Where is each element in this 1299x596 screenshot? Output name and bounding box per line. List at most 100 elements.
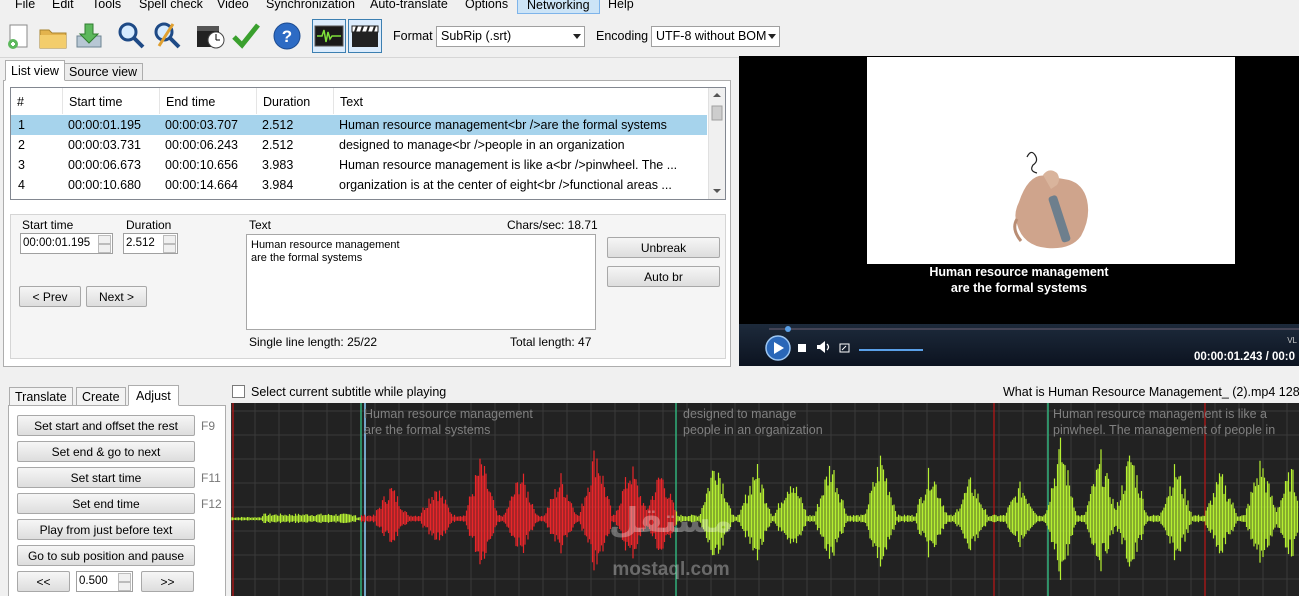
spin-up-icon[interactable] (98, 235, 111, 244)
encoding-select[interactable]: UTF-8 without BOM (651, 26, 780, 47)
find-icon[interactable] (115, 20, 147, 52)
subtitle-text-input[interactable]: Human resource management are the formal… (246, 234, 596, 330)
chevron-down-icon (768, 34, 776, 39)
step-value-input[interactable]: 0.500 (76, 571, 133, 592)
chars-per-sec: Chars/sec: 18.71 (507, 218, 598, 232)
menu-edit[interactable]: Edit (51, 0, 75, 11)
menu-options[interactable]: Options (464, 0, 509, 11)
tab-adjust[interactable]: Adjust (128, 385, 179, 406)
table-row[interactable]: 4 00:00:10.680 00:00:14.664 3.984 organi… (11, 175, 707, 195)
waveform-sub-1-line-1: Human resource management (364, 407, 533, 421)
spin-up-icon[interactable] (163, 235, 176, 244)
subtitle-grid: # Start time End time Duration Text 1 00… (10, 87, 726, 200)
encoding-label: Encoding (596, 29, 649, 43)
open-folder-icon[interactable] (37, 20, 69, 52)
play-before-text-button[interactable]: Play from just before text (17, 519, 195, 540)
auto-br-button[interactable]: Auto br (607, 266, 720, 287)
column-header-start-time[interactable]: Start time (63, 88, 160, 114)
spell-check-icon[interactable] (230, 20, 262, 52)
seek-handle[interactable] (785, 326, 791, 332)
spin-down-icon[interactable] (98, 244, 111, 253)
watermark-latin: mostaql.com (612, 559, 730, 580)
cell-end: 00:00:10.656 (165, 158, 238, 172)
tab-create[interactable]: Create (76, 387, 126, 406)
table-row[interactable]: 2 00:00:03.731 00:00:06.243 2.512 design… (11, 135, 707, 155)
menu-video[interactable]: Video (216, 0, 250, 11)
tab-list-view[interactable]: List view (5, 60, 65, 81)
spin-down-icon[interactable] (163, 244, 176, 253)
menu-networking[interactable]: Networking (517, 0, 600, 14)
select-current-checkbox[interactable] (232, 385, 245, 398)
column-header-duration[interactable]: Duration (257, 88, 334, 114)
next-button[interactable]: Next > (86, 286, 147, 307)
set-start-offset-button[interactable]: Set start and offset the rest (17, 415, 195, 436)
cell-number: 3 (18, 158, 25, 172)
volume-slider[interactable] (859, 349, 923, 351)
menu-auto-translate[interactable]: Auto-translate (369, 0, 449, 11)
waveform-sub-2-line-2: people in an organization (683, 423, 823, 437)
text-line-1: Human resource management (251, 239, 400, 251)
cell-end: 00:00:06.243 (165, 138, 238, 152)
tab-source-view[interactable]: Source view (63, 63, 144, 81)
duration-input[interactable]: 2.512 (123, 233, 178, 254)
column-header-number[interactable]: # (11, 88, 63, 114)
start-time-input[interactable]: 00:00:01.195 (20, 233, 113, 254)
help-icon[interactable]: ? (271, 20, 303, 52)
shortcut-f9: F9 (201, 419, 216, 433)
visual-sync-icon[interactable] (194, 20, 226, 52)
seek-bar[interactable] (769, 328, 1299, 330)
cell-start: 00:00:01.195 (68, 118, 141, 132)
menu-tools[interactable]: Tools (91, 0, 122, 11)
cell-start: 00:00:10.680 (68, 178, 141, 192)
text-line-2: are the formal systems (251, 252, 363, 264)
video-player[interactable]: Human resource management are the formal… (739, 56, 1299, 366)
select-current-label: Select current subtitle while playing (251, 385, 447, 399)
stop-icon[interactable] (797, 343, 807, 353)
menu-synchronization[interactable]: Synchronization (265, 0, 356, 11)
save-icon[interactable] (73, 20, 105, 52)
cell-end: 00:00:14.664 (165, 178, 238, 192)
go-to-sub-position-button[interactable]: Go to sub position and pause (17, 545, 195, 566)
set-end-go-next-button[interactable]: Set end & go to next (17, 441, 195, 462)
column-header-end-time[interactable]: End time (160, 88, 257, 114)
volume-icon[interactable] (816, 340, 832, 354)
tab-translate[interactable]: Translate (9, 387, 73, 406)
format-select[interactable]: SubRip (.srt) (436, 26, 585, 47)
table-row[interactable]: 1 00:00:01.195 00:00:03.707 2.512 Human … (11, 115, 707, 135)
waveform-sub-2: designed to manage people in an organiza… (683, 406, 823, 438)
prev-button[interactable]: < Prev (19, 286, 81, 307)
menu-help[interactable]: Help (607, 0, 635, 11)
cell-text: Human resource management<br />are the f… (339, 118, 667, 132)
fullscreen-icon[interactable] (839, 343, 850, 353)
replace-icon[interactable] (151, 20, 183, 52)
new-file-icon[interactable] (3, 20, 35, 52)
cell-start: 00:00:03.731 (68, 138, 141, 152)
scrollbar-arrows-icon (711, 93, 723, 193)
column-header-text[interactable]: Text (334, 88, 709, 114)
video-controls: VL 00:00:01.243 / 00:0 (739, 324, 1299, 366)
format-value: SubRip (.srt) (441, 29, 512, 43)
watermark-arabic: مستقل (608, 502, 734, 540)
cell-number: 1 (18, 118, 25, 132)
grid-scrollbar[interactable] (708, 88, 725, 199)
set-start-time-button[interactable]: Set start time (17, 467, 195, 488)
waveform-toggle-icon[interactable] (312, 19, 346, 53)
encoding-value: UTF-8 without BOM (656, 29, 767, 43)
spin-down-icon[interactable] (118, 582, 131, 591)
unbreak-button[interactable]: Unbreak (607, 237, 720, 258)
menu-file[interactable]: File (14, 0, 36, 11)
table-row[interactable]: 3 00:00:06.673 00:00:10.656 3.983 Human … (11, 155, 707, 175)
play-icon[interactable] (764, 334, 792, 362)
step-back-button[interactable]: << (17, 571, 70, 592)
cell-start: 00:00:06.673 (68, 158, 141, 172)
spin-up-icon[interactable] (118, 573, 131, 582)
menu-spell-check[interactable]: Spell check (138, 0, 204, 11)
cell-duration: 2.512 (262, 118, 294, 132)
step-value: 0.500 (79, 575, 108, 587)
step-forward-button[interactable]: >> (141, 571, 194, 592)
video-subtitle-line-1: Human resource management (929, 265, 1109, 279)
set-end-time-button[interactable]: Set end time (17, 493, 195, 514)
video-subtitle: Human resource management are the formal… (739, 264, 1299, 296)
video-toggle-icon[interactable] (348, 19, 382, 53)
audio-waveform[interactable]: Human resource management are the formal… (231, 403, 1299, 596)
